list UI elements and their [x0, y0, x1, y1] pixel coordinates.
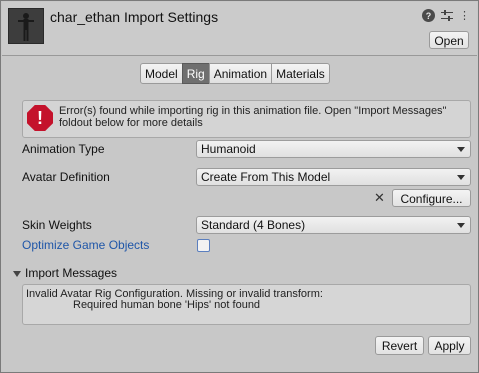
skin-weights-dropdown[interactable]: Standard (4 Bones)	[196, 216, 471, 234]
error-message-line1: Error(s) found while importing rig in th…	[59, 105, 447, 117]
chevron-down-icon	[457, 147, 465, 152]
skin-weights-label: Skin Weights	[22, 218, 92, 232]
character-figure-icon	[18, 13, 34, 41]
tab-animation[interactable]: Animation	[208, 63, 273, 84]
more-icon[interactable]: ⋮	[458, 9, 471, 22]
header-icons: ? ⋮	[422, 9, 471, 22]
tab-materials[interactable]: Materials	[271, 63, 330, 84]
help-icon[interactable]: ?	[422, 9, 435, 22]
model-preview-thumbnail	[8, 8, 44, 44]
header: char_ethan Import Settings ? ⋮ Open	[2, 2, 477, 56]
error-message: Error(s) found while importing rig in th…	[59, 105, 467, 129]
optimize-game-objects-checkbox[interactable]	[197, 239, 210, 252]
close-icon[interactable]: ✕	[374, 190, 385, 206]
configure-button[interactable]: Configure...	[392, 189, 471, 207]
import-messages-label: Import Messages	[25, 266, 118, 280]
skin-weights-value: Standard (4 Bones)	[201, 218, 306, 232]
page-title: char_ethan Import Settings	[50, 9, 219, 25]
avatar-definition-label: Avatar Definition	[22, 170, 110, 184]
error-message-line2: foldout below for more details	[59, 117, 203, 129]
error-icon: !	[27, 105, 53, 131]
optimize-game-objects-label: Optimize Game Objects	[22, 238, 150, 252]
tab-model[interactable]: Model	[140, 63, 183, 84]
import-message-line2: Required human bone 'Hips' not found	[73, 299, 261, 311]
chevron-down-icon	[457, 175, 465, 180]
animation-type-dropdown[interactable]: Humanoid	[196, 140, 471, 158]
revert-button[interactable]: Revert	[375, 336, 424, 355]
inspector-window: char_ethan Import Settings ? ⋮ Open Mode…	[0, 0, 479, 373]
chevron-down-icon	[457, 223, 465, 228]
error-help-box: ! Error(s) found while importing rig in …	[22, 100, 471, 138]
tab-bar: Model Rig Animation Materials	[140, 63, 330, 84]
animation-type-value: Humanoid	[201, 142, 256, 156]
settings-sliders-icon[interactable]	[440, 9, 453, 22]
import-messages-box: Invalid Avatar Rig Configuration. Missin…	[22, 284, 471, 325]
avatar-definition-value: Create From This Model	[201, 170, 331, 184]
avatar-definition-dropdown[interactable]: Create From This Model	[196, 168, 471, 186]
foldout-arrow-icon	[13, 270, 21, 277]
apply-button[interactable]: Apply	[428, 336, 471, 355]
animation-type-label: Animation Type	[22, 142, 105, 156]
tab-rig[interactable]: Rig	[181, 63, 210, 84]
import-messages-foldout[interactable]: Import Messages	[13, 266, 117, 280]
open-button[interactable]: Open	[429, 31, 469, 49]
